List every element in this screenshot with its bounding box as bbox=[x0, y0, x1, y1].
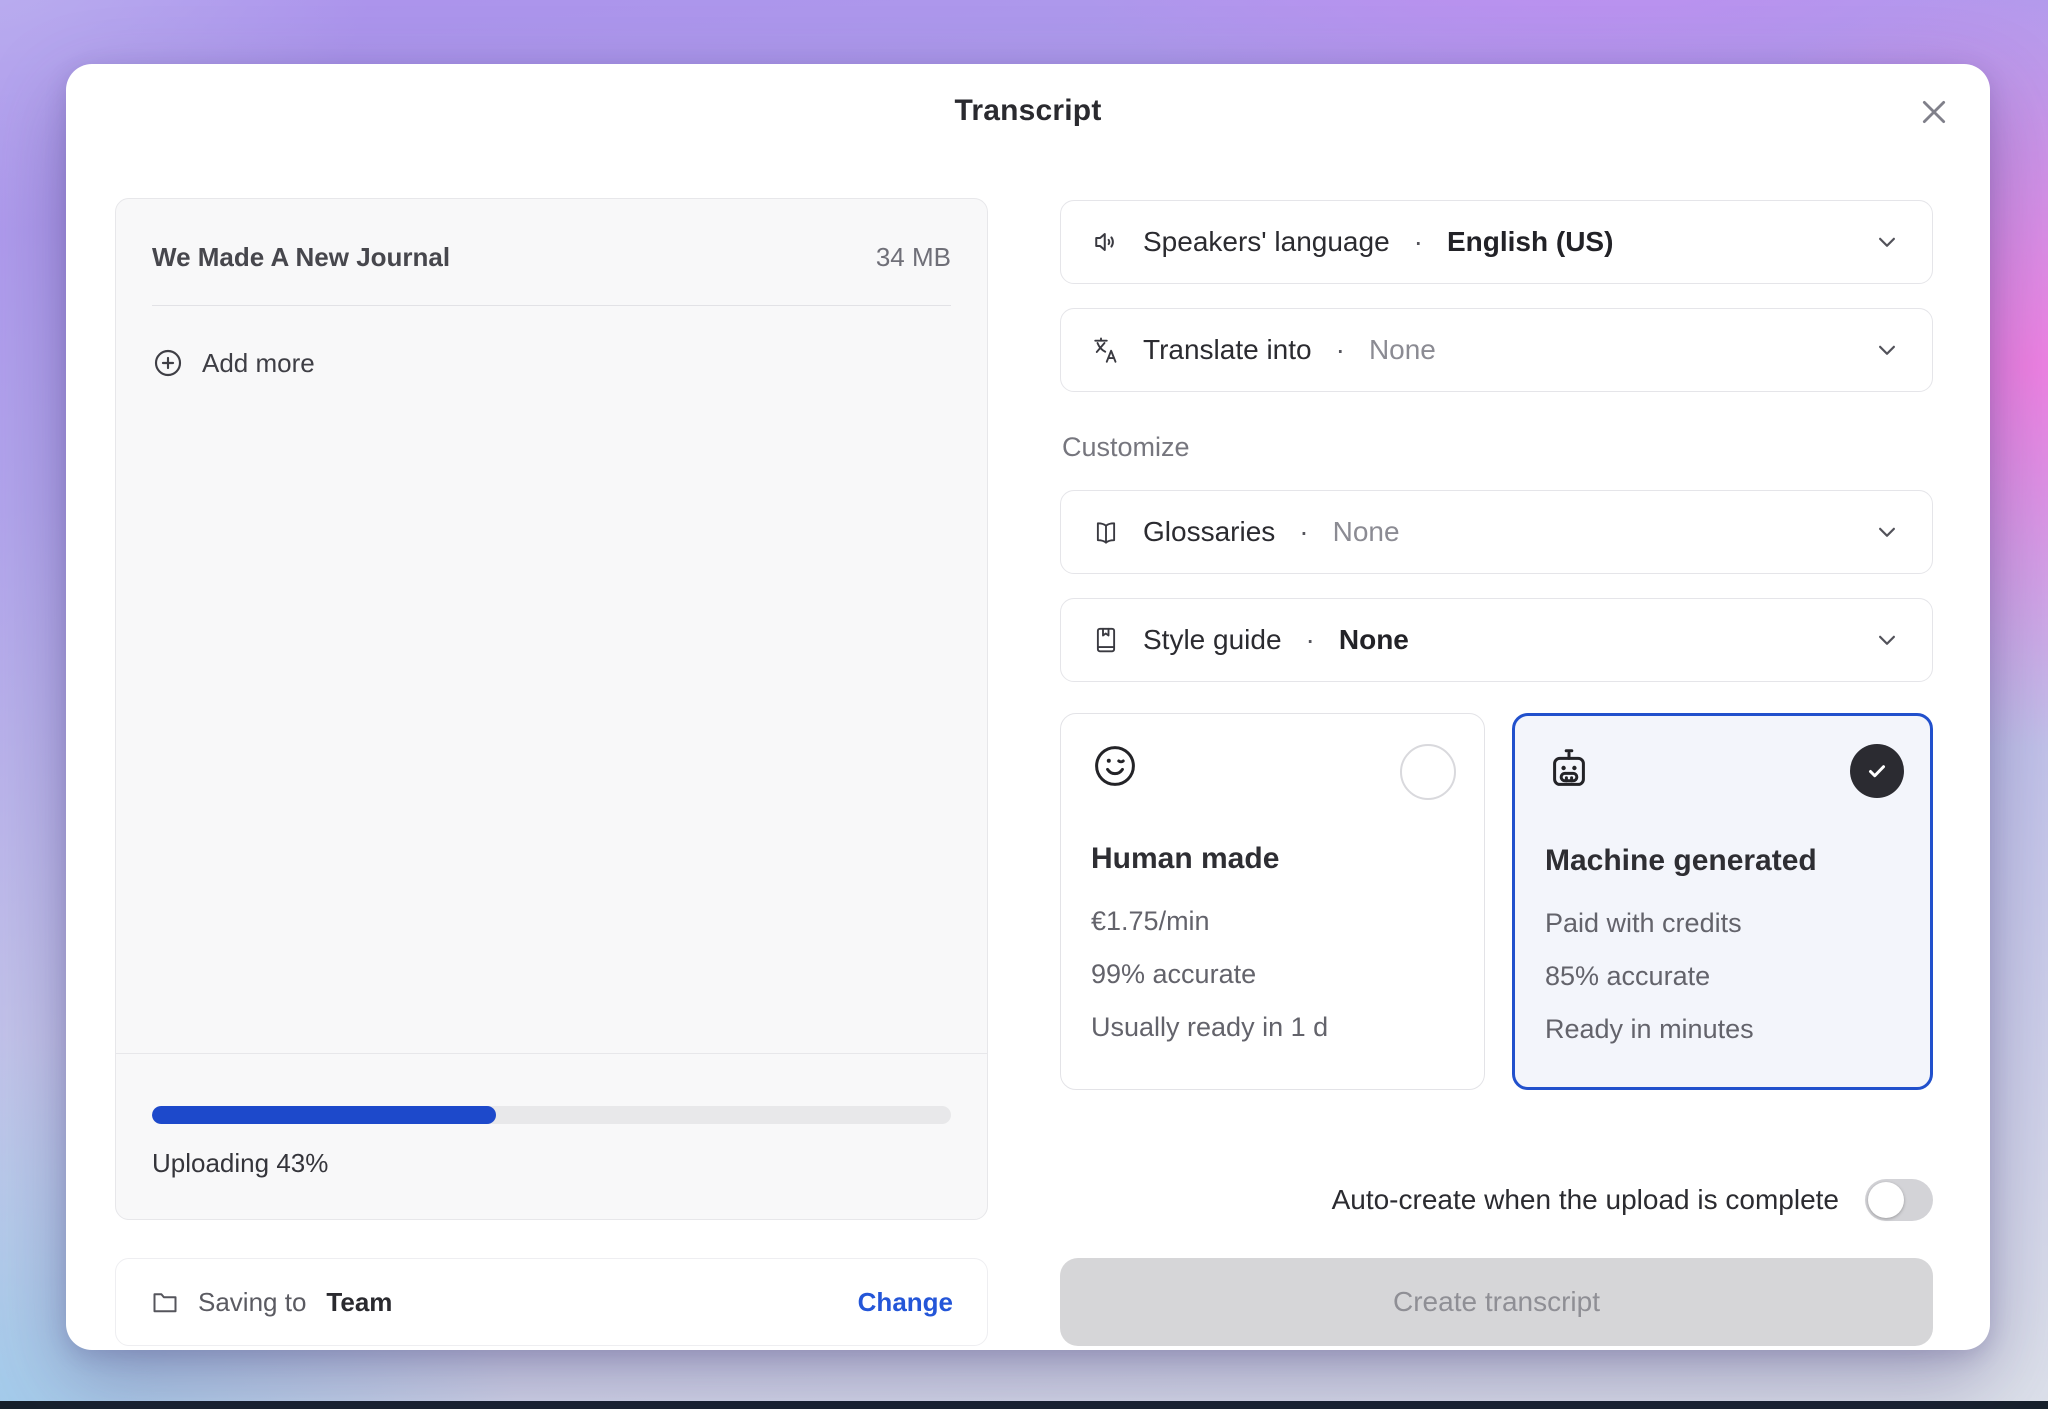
auto-create-toggle[interactable] bbox=[1865, 1179, 1933, 1221]
translate-into-dropdown[interactable]: Translate into · None bbox=[1060, 308, 1933, 392]
plan-card-machine-generated[interactable]: Machine generated Paid with credits 85% … bbox=[1512, 713, 1933, 1090]
plan-detail-line: Usually ready in 1 d bbox=[1091, 1001, 1328, 1054]
plan-detail-line: Paid with credits bbox=[1545, 897, 1754, 950]
chevron-down-icon bbox=[1872, 625, 1902, 655]
chevron-down-icon bbox=[1872, 335, 1902, 365]
plan-details: €1.75/min 99% accurate Usually ready in … bbox=[1091, 895, 1328, 1054]
plan-card-human-made[interactable]: Human made €1.75/min 99% accurate Usuall… bbox=[1060, 713, 1485, 1090]
speaker-icon bbox=[1091, 227, 1121, 257]
upload-progress-section: Uploading 43% bbox=[116, 1053, 987, 1219]
plan-selected-check[interactable] bbox=[1850, 744, 1904, 798]
speakers-language-dropdown[interactable]: Speakers' language · English (US) bbox=[1060, 200, 1933, 284]
add-more-button[interactable]: Add more bbox=[152, 339, 315, 387]
glossaries-dropdown[interactable]: Glossaries · None bbox=[1060, 490, 1933, 574]
style-guide-dropdown[interactable]: Style guide · None bbox=[1060, 598, 1933, 682]
upload-progress-fill bbox=[152, 1106, 496, 1124]
style-guide-label: Style guide bbox=[1143, 624, 1282, 656]
plus-circle-icon bbox=[152, 347, 184, 379]
translate-icon bbox=[1091, 335, 1121, 365]
style-guide-value: None bbox=[1339, 624, 1409, 656]
file-list-item: We Made A New Journal 34 MB bbox=[152, 235, 951, 279]
chevron-down-icon bbox=[1872, 227, 1902, 257]
create-transcript-button[interactable]: Create transcript bbox=[1060, 1258, 1933, 1346]
close-button[interactable] bbox=[1910, 88, 1958, 136]
saving-destination-row: Saving to Team Change bbox=[115, 1258, 988, 1346]
winking-smiley-icon bbox=[1091, 742, 1139, 790]
auto-create-row: Auto-create when the upload is complete bbox=[1060, 1172, 1933, 1228]
notebook-icon bbox=[1091, 625, 1121, 655]
plan-detail-line: 99% accurate bbox=[1091, 948, 1328, 1001]
speakers-language-label: Speakers' language bbox=[1143, 226, 1390, 258]
change-destination-button[interactable]: Change bbox=[858, 1287, 953, 1318]
plan-radio-unselected[interactable] bbox=[1400, 744, 1456, 800]
translate-into-value: None bbox=[1369, 334, 1436, 366]
speakers-language-value: English (US) bbox=[1447, 226, 1613, 258]
plan-detail-line: €1.75/min bbox=[1091, 895, 1328, 948]
glossaries-label: Glossaries bbox=[1143, 516, 1275, 548]
open-book-icon bbox=[1091, 517, 1121, 547]
close-icon bbox=[1914, 92, 1954, 132]
plan-detail-line: Ready in minutes bbox=[1545, 1003, 1754, 1056]
screen-bottom-edge bbox=[0, 1401, 2048, 1409]
dot-separator: · bbox=[1299, 516, 1308, 548]
toggle-knob bbox=[1868, 1182, 1904, 1218]
divider bbox=[152, 305, 951, 306]
dot-separator: · bbox=[1336, 334, 1345, 366]
upload-progress-bar bbox=[152, 1106, 951, 1124]
auto-create-label: Auto-create when the upload is complete bbox=[1332, 1184, 1839, 1216]
glossaries-value: None bbox=[1333, 516, 1400, 548]
transcript-dialog: Transcript We Made A New Journal 34 MB A… bbox=[66, 64, 1990, 1350]
plan-details: Paid with credits 85% accurate Ready in … bbox=[1545, 897, 1754, 1056]
plan-name: Machine generated bbox=[1545, 844, 1817, 878]
upload-file-card: We Made A New Journal 34 MB Add more Upl… bbox=[115, 198, 988, 1220]
add-more-label: Add more bbox=[202, 348, 315, 379]
file-size: 34 MB bbox=[876, 242, 951, 273]
customize-heading: Customize bbox=[1062, 432, 1190, 463]
robot-icon bbox=[1545, 744, 1593, 792]
dot-separator: · bbox=[1306, 624, 1315, 656]
saving-to-label: Saving to bbox=[198, 1287, 306, 1318]
file-name: We Made A New Journal bbox=[152, 242, 450, 273]
dot-separator: · bbox=[1414, 226, 1423, 258]
check-icon bbox=[1862, 756, 1892, 786]
upload-progress-label: Uploading 43% bbox=[152, 1148, 328, 1179]
saving-folder-name: Team bbox=[326, 1287, 392, 1318]
dialog-title: Transcript bbox=[66, 94, 1990, 128]
translate-into-label: Translate into bbox=[1143, 334, 1312, 366]
chevron-down-icon bbox=[1872, 517, 1902, 547]
desktop-background: { "dialog": { "title": "Transcript" }, "… bbox=[0, 0, 2048, 1409]
folder-icon bbox=[150, 1287, 180, 1317]
plan-name: Human made bbox=[1091, 842, 1279, 876]
plan-detail-line: 85% accurate bbox=[1545, 950, 1754, 1003]
